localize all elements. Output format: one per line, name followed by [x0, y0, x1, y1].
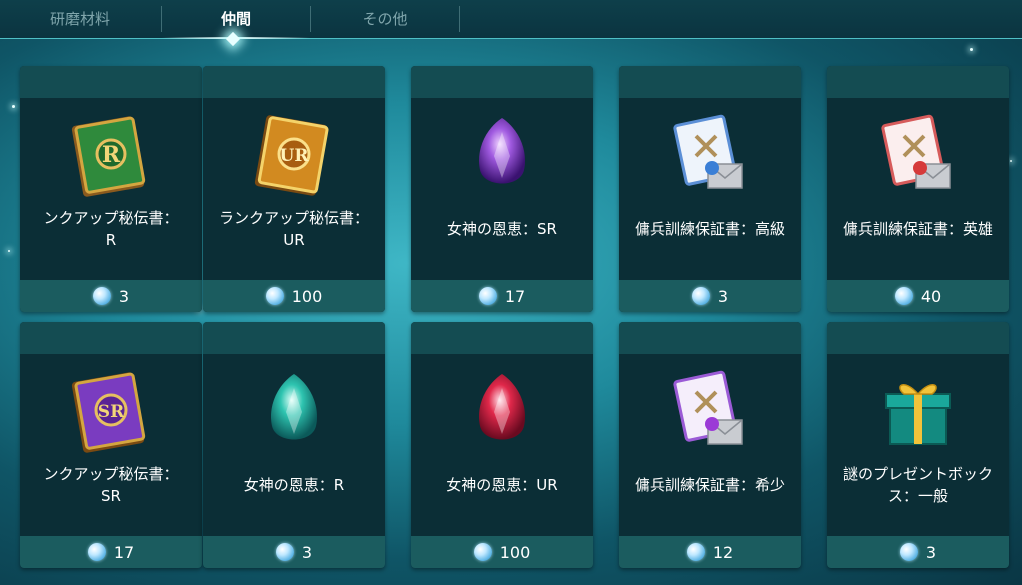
shop-item-card[interactable]: 傭兵訓練保証書：英雄 40: [827, 66, 1009, 312]
diamond-gem-icon: [686, 543, 705, 561]
card-header: [411, 322, 593, 354]
diamond-gem-icon: [899, 543, 918, 561]
card-header: [203, 322, 385, 354]
purple-crystal-icon: [478, 118, 526, 184]
shop-item-card[interactable]: UR ランクアップ秘伝書： UR 100: [203, 66, 385, 312]
card-header: [827, 322, 1009, 354]
diamond-gem-icon: [691, 287, 710, 305]
red-certificate-icon: [881, 114, 951, 189]
svg-text:SR: SR: [98, 402, 125, 422]
green-rank-book-icon: R: [71, 116, 146, 197]
purple-certificate-icon: [673, 370, 743, 445]
price-bar: 17: [20, 536, 202, 568]
diamond-gem-icon: [478, 287, 497, 305]
price-value: 3: [925, 542, 937, 562]
card-header: [619, 66, 801, 98]
item-name: 女神の恩恵：R: [243, 476, 345, 494]
item-name: 女神の恩恵：UR: [446, 476, 558, 494]
shop-item-card[interactable]: 女神の恩恵：SR 17: [411, 66, 593, 312]
item-name: 傭兵訓練保証書：高級: [634, 220, 785, 238]
diamond-gem-icon: [275, 543, 294, 561]
category-tab-bar: 研磨材料 仲間 その他: [0, 0, 1022, 47]
price-bar: 100: [411, 536, 593, 568]
price-bar: 3: [20, 280, 202, 312]
price-value: 3: [118, 286, 130, 306]
card-header: [20, 322, 202, 354]
shop-item-card[interactable]: R ンクアップ秘伝書： R 3: [20, 66, 202, 312]
item-name: ンクアップ秘伝書： R: [43, 209, 179, 249]
diamond-gem-icon: [894, 287, 913, 305]
shop-item-card[interactable]: 傭兵訓練保証書：高級 3: [619, 66, 801, 312]
diamond-gem-icon: [473, 543, 492, 561]
diamond-gem-icon: [87, 543, 106, 561]
tab-other[interactable]: その他: [311, 0, 459, 38]
card-header: [411, 66, 593, 98]
price-value: 17: [504, 286, 526, 306]
tab-materials[interactable]: 研磨材料: [0, 0, 160, 38]
price-bar: 3: [827, 536, 1009, 568]
price-value: 3: [717, 286, 729, 306]
price-value: 100: [291, 286, 323, 306]
card-header: [619, 322, 801, 354]
price-value: 100: [499, 542, 531, 562]
teal-crystal-icon: [270, 374, 318, 440]
item-name: 女神の恩恵：SR: [447, 220, 557, 238]
tab-divider: [459, 6, 460, 32]
price-bar: 40: [827, 280, 1009, 312]
price-value: 12: [712, 542, 734, 562]
svg-text:UR: UR: [280, 146, 310, 166]
purple-rank-book-icon: SR: [71, 372, 146, 453]
card-header: [203, 66, 385, 98]
card-header: [827, 66, 1009, 98]
price-bar: 100: [203, 280, 385, 312]
blue-certificate-icon: [673, 114, 743, 189]
diamond-gem-icon: [265, 287, 284, 305]
item-name: ンクアップ秘伝書： SR: [43, 465, 179, 505]
svg-text:R: R: [102, 142, 121, 168]
price-bar: 12: [619, 536, 801, 568]
price-bar: 17: [411, 280, 593, 312]
shop-item-card[interactable]: 女神の恩恵：R 3: [203, 322, 385, 568]
gold-rank-book-icon: UR: [254, 115, 329, 196]
price-bar: 3: [619, 280, 801, 312]
price-value: 17: [113, 542, 135, 562]
price-value: 40: [920, 286, 942, 306]
item-name: 謎のプレゼントボック ス：一般: [842, 465, 993, 505]
item-name: ランクアップ秘伝書： UR: [218, 209, 369, 249]
shop-item-card[interactable]: SR ンクアップ秘伝書： SR 17: [20, 322, 202, 568]
tab-companions[interactable]: 仲間: [162, 0, 310, 38]
item-name: 傭兵訓練保証書：英雄: [842, 220, 993, 238]
price-value: 3: [301, 542, 313, 562]
shop-item-card[interactable]: 女神の恩恵：UR 100: [411, 322, 593, 568]
shop-item-card[interactable]: 傭兵訓練保証書：希少 12: [619, 322, 801, 568]
shop-item-card[interactable]: 謎のプレゼントボック ス：一般 3: [827, 322, 1009, 568]
red-crystal-icon: [478, 374, 526, 440]
diamond-gem-icon: [92, 287, 111, 305]
price-bar: 3: [203, 536, 385, 568]
item-name: 傭兵訓練保証書：希少: [634, 476, 785, 494]
card-header: [20, 66, 202, 98]
gift-box-icon: [885, 384, 951, 445]
